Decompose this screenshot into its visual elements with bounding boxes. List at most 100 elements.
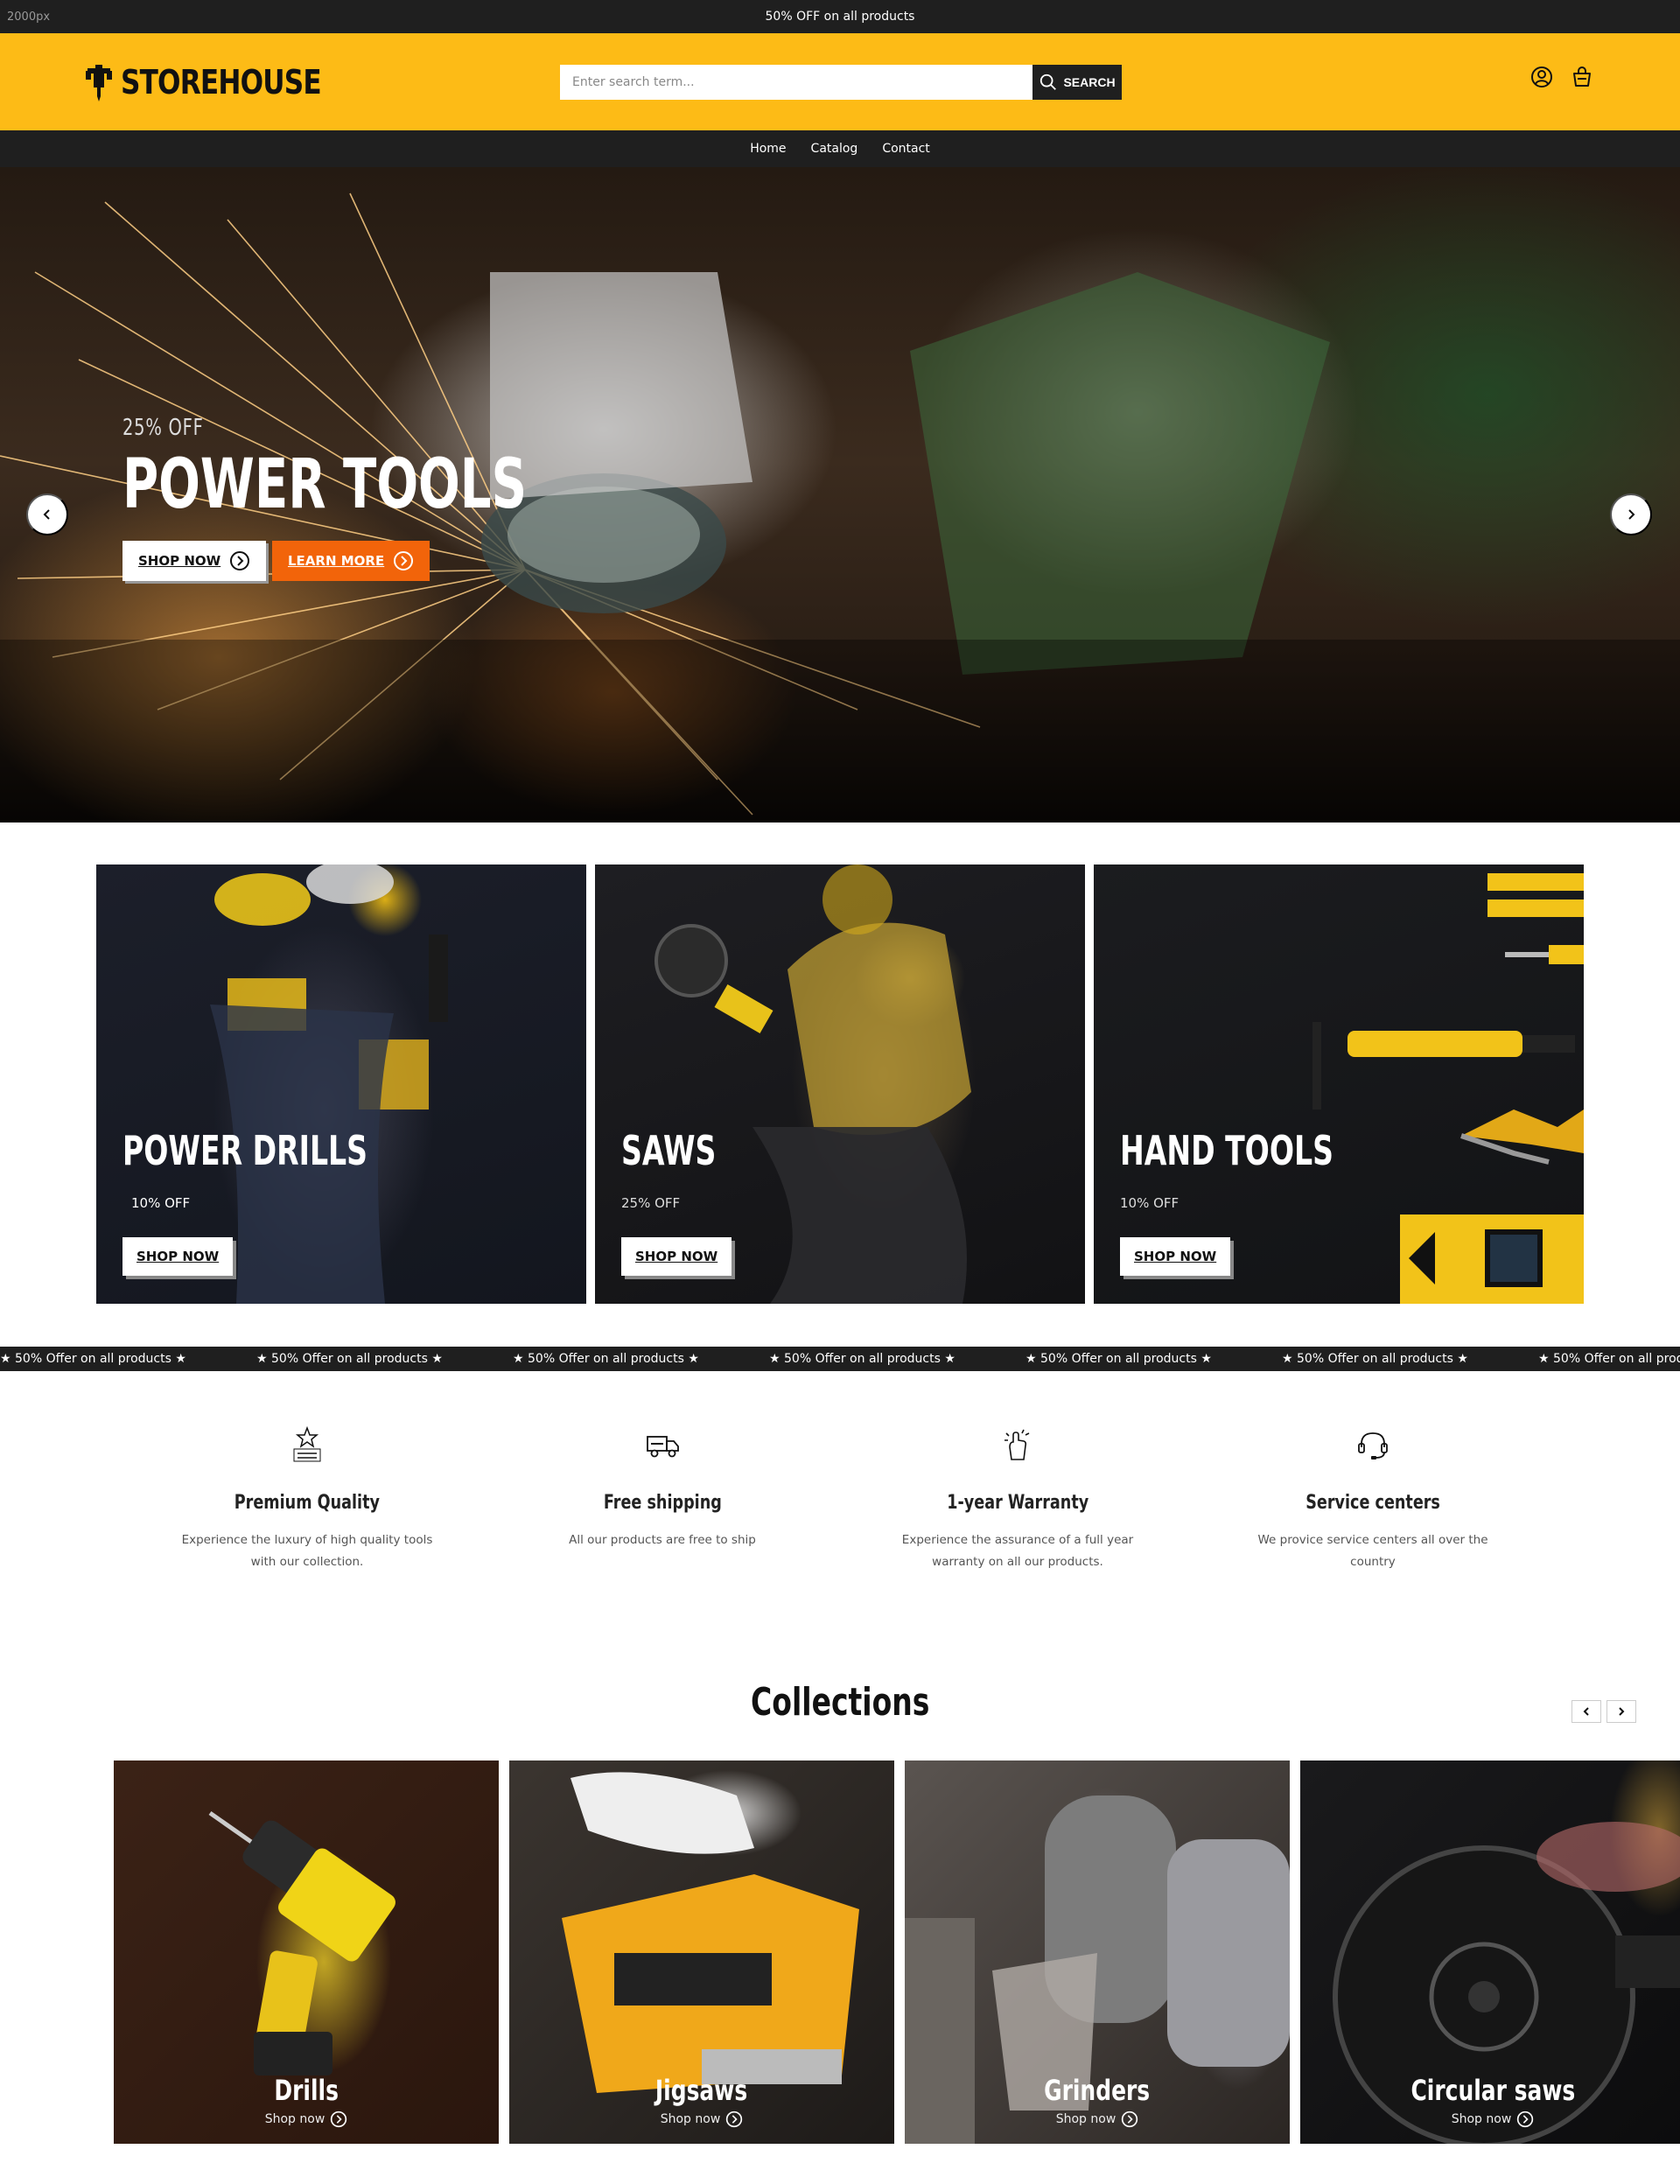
category-shop-now-button[interactable]: SHOP NOW [1120, 1237, 1231, 1276]
feature-warranty: 1-year Warranty Experience the assurance… [840, 1426, 1195, 1573]
hero-shop-now-button[interactable]: SHOP NOW [122, 541, 267, 581]
category-shop-now-button[interactable]: SHOP NOW [122, 1237, 234, 1276]
cart-icon[interactable] [1570, 65, 1594, 89]
main-nav: Home Catalog Contact [0, 130, 1680, 167]
hero-learn-more-label: LEARN MORE [288, 553, 385, 569]
brand-name: STOREHOUSE [121, 63, 322, 102]
headset-icon [1358, 1432, 1388, 1460]
high-quality-icon [293, 1425, 321, 1462]
chevron-right-icon [1628, 509, 1635, 520]
collections-next-button[interactable] [1606, 1700, 1636, 1723]
account-icon[interactable] [1530, 65, 1554, 89]
collection-shop-label: Shop now [1451, 2112, 1512, 2126]
hero-subtitle: 25% OFF [122, 415, 204, 441]
header-actions [1530, 65, 1594, 89]
collection-name: Grinders [905, 2074, 1290, 2107]
feature-description: Experience the luxury of high quality to… [181, 1533, 433, 1569]
feature-title: Premium Quality [234, 1492, 381, 1514]
marquee-item: ★ 50% Offer on all products ★ [1282, 1352, 1468, 1366]
warranty-hand-icon [1004, 1429, 1030, 1460]
feature-service-centers: Service centers We provice service cente… [1195, 1426, 1550, 1573]
search-button-label: SEARCH [1063, 75, 1116, 89]
collections-title: Collections [750, 1680, 930, 1725]
nav-contact[interactable]: Contact [882, 142, 929, 156]
site-header: STOREHOUSE SEARCH [0, 33, 1680, 130]
category-card-saws[interactable]: SAWS 25% OFF SHOP NOW [595, 864, 1085, 1304]
category-shop-now-button[interactable]: SHOP NOW [621, 1237, 732, 1276]
category-title: POWER DRILLS [122, 1127, 368, 1174]
collection-shop-link[interactable]: Shop now [114, 2110, 499, 2128]
feature-free-shipping: Free shipping All our products are free … [485, 1426, 840, 1573]
search-button[interactable]: SEARCH [1032, 65, 1122, 100]
collections-prev-button[interactable] [1572, 1700, 1601, 1723]
category-discount: 25% OFF [621, 1195, 681, 1211]
hero-shop-now-label: SHOP NOW [138, 553, 221, 569]
jackhammer-icon [86, 65, 112, 102]
collection-name-text: Jigsaws [655, 2074, 748, 2107]
collection-shop-link[interactable]: Shop now [1300, 2110, 1680, 2128]
arrow-circle-icon [1122, 2110, 1138, 2128]
feature-title: Service centers [1306, 1492, 1440, 1514]
category-card-hand-tools[interactable]: HAND TOOLS 10% OFF SHOP NOW [1094, 864, 1584, 1304]
collection-shop-label: Shop now [660, 2112, 721, 2126]
collection-name: Circular saws [1300, 2074, 1680, 2107]
announcement-text: 50% OFF on all products [765, 10, 915, 24]
collections-carousel: Drills Shop now Jigsaws Shop now Grinder… [114, 1760, 1680, 2144]
category-title: HAND TOOLS [1120, 1127, 1334, 1174]
collection-name-text: Drills [274, 2074, 339, 2107]
search-input[interactable] [560, 65, 1032, 100]
arrow-circle-icon [230, 551, 250, 570]
category-card-power-drills[interactable]: POWER DRILLS 10% OFF SHOP NOW [96, 864, 586, 1304]
marquee-item: ★ 50% Offer on all products ★ [513, 1352, 699, 1366]
size-label: 2000px [7, 10, 51, 24]
collection-card-grinders[interactable]: Grinders Shop now [905, 1760, 1290, 2144]
feature-title: Free shipping [603, 1492, 722, 1514]
collection-card-circular-saws[interactable]: Circular saws Shop now [1300, 1760, 1680, 2144]
collection-name: Drills [114, 2074, 499, 2107]
marquee-item: ★ 50% Offer on all products ★ [1538, 1352, 1680, 1366]
logo[interactable]: STOREHOUSE [84, 63, 365, 102]
collection-shop-link[interactable]: Shop now [905, 2110, 1290, 2128]
collection-name-text: Grinders [1044, 2074, 1151, 2107]
offer-marquee: ★ 50% Offer on all products ★ ★ 50% Offe… [0, 1347, 1680, 1371]
free-shipping-truck-icon [647, 1436, 679, 1458]
collection-card-drills[interactable]: Drills Shop now [114, 1760, 499, 2144]
search-form: SEARCH [560, 65, 1122, 100]
arrow-circle-icon [1517, 2110, 1534, 2128]
hero-prev-button[interactable] [26, 494, 68, 536]
collection-card-jigsaws[interactable]: Jigsaws Shop now [509, 1760, 894, 2144]
feature-title: 1-year Warranty [947, 1492, 1088, 1514]
feature-description: We provice service centers all over the … [1257, 1533, 1488, 1569]
marquee-item: ★ 50% Offer on all products ★ [769, 1352, 956, 1366]
hero-title: POWER TOOLS [122, 445, 528, 524]
arrow-circle-icon [726, 2110, 743, 2128]
collections-heading: Collections [0, 1680, 1680, 1725]
arrow-circle-icon [394, 551, 414, 570]
search-icon [1040, 74, 1057, 90]
chevron-left-icon [43, 509, 50, 520]
hero-learn-more-button[interactable]: LEARN MORE [272, 541, 430, 581]
feature-description: Experience the assurance of a full year … [901, 1533, 1134, 1569]
collection-shop-label: Shop now [264, 2112, 326, 2126]
nav-catalog[interactable]: Catalog [811, 142, 858, 156]
collection-shop-link[interactable]: Shop now [509, 2110, 894, 2128]
collections-carousel-controls [1572, 1700, 1636, 1723]
marquee-item: ★ 50% Offer on all products ★ [0, 1352, 186, 1366]
category-title: SAWS [621, 1127, 717, 1174]
feature-description: All our products are free to ship [569, 1533, 756, 1547]
collection-name: Jigsaws [509, 2074, 894, 2107]
hero-next-button[interactable] [1610, 494, 1652, 536]
category-discount: 10% OFF [131, 1195, 191, 1211]
marquee-item: ★ 50% Offer on all products ★ [256, 1352, 443, 1366]
features-section: Premium Quality Experience the luxury of… [130, 1425, 1550, 1573]
chevron-right-icon [1619, 1707, 1625, 1716]
chevron-left-icon [1583, 1707, 1589, 1716]
nav-home[interactable]: Home [750, 142, 786, 156]
announcement-bar: 50% OFF on all products [0, 0, 1680, 33]
category-cards: POWER DRILLS 10% OFF SHOP NOW SAWS 25% O… [96, 864, 1584, 1304]
collection-shop-label: Shop now [1055, 2112, 1116, 2126]
hero-banner: 25% OFF POWER TOOLS SHOP NOW LEARN MORE [0, 167, 1680, 822]
arrow-circle-icon [331, 2110, 347, 2128]
category-discount: 10% OFF [1120, 1195, 1180, 1211]
marquee-item: ★ 50% Offer on all products ★ [1026, 1352, 1212, 1366]
